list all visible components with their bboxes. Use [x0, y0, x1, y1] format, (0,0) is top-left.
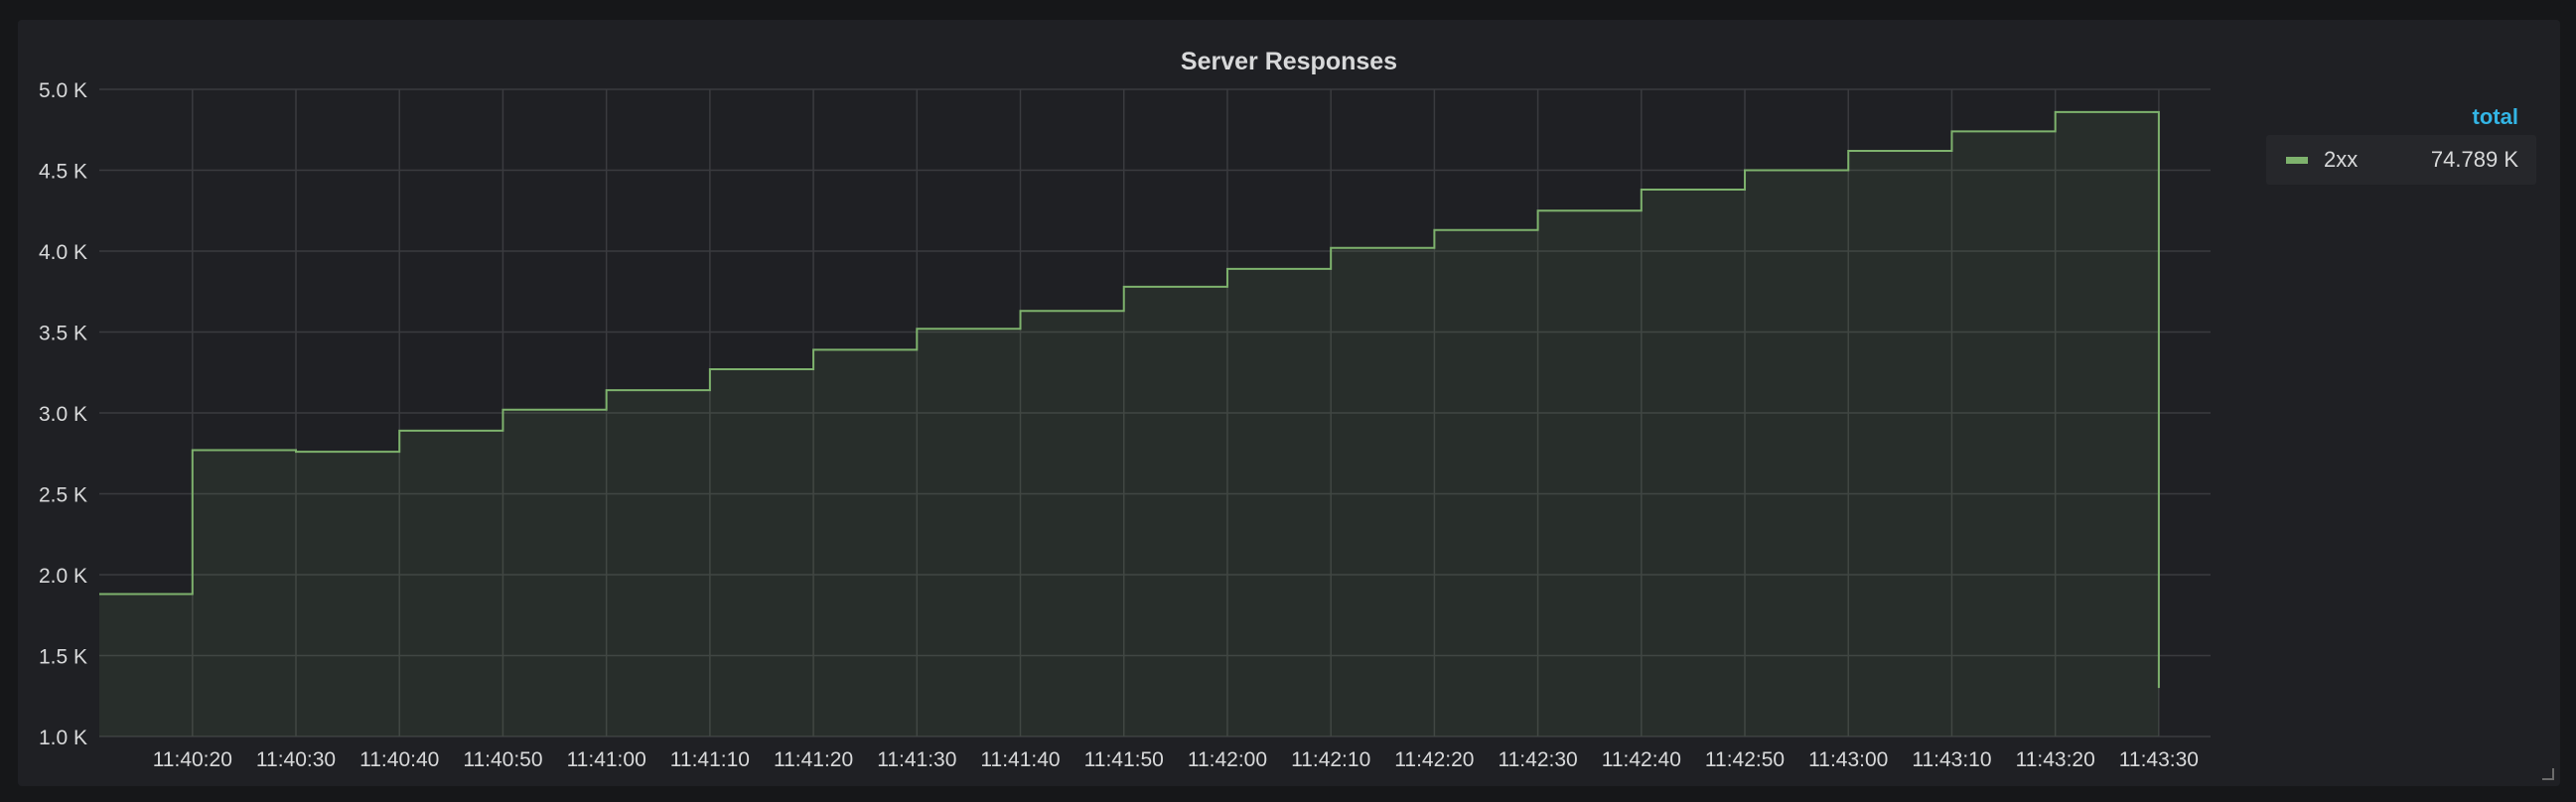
legend: total 2xx 74.789 K: [2266, 99, 2536, 185]
x-tick-label: 11:41:50: [1084, 748, 1164, 771]
x-tick-label: 11:42:40: [1602, 748, 1681, 771]
x-tick-label: 11:40:30: [256, 748, 336, 771]
x-axis: 11:40:20 11:40:30 11:40:40 11:40:50 11:41:00…: [153, 748, 2199, 771]
x-tick-label: 11:41:30: [877, 748, 956, 771]
data-point[interactable]: [707, 366, 712, 371]
y-tick-label: 5.0 K: [39, 79, 87, 102]
y-axis: 1.0 K 1.5 K 2.0 K 2.5 K 3.0 K 3.5 K 4.0 K 4.5 K…: [39, 79, 87, 749]
data-point[interactable]: [1329, 245, 1334, 250]
data-point[interactable]: [2053, 109, 2058, 114]
x-tick-label: 11:43:10: [1912, 748, 1991, 771]
data-point[interactable]: [915, 327, 920, 332]
data-point[interactable]: [501, 407, 505, 412]
graph-panel: Server Responses 1.0 K 1.5 K 2.0 K 2.5 K 3.0…: [18, 20, 2560, 786]
x-tick-label: 11:41:10: [670, 748, 750, 771]
x-tick-label: 11:42:20: [1394, 748, 1474, 771]
x-tick-label: 11:43:30: [2119, 748, 2199, 771]
data-point[interactable]: [811, 347, 816, 352]
data-point[interactable]: [1018, 309, 1023, 314]
x-tick-label: 11:42:30: [1499, 748, 1578, 771]
y-tick-label: 4.5 K: [39, 161, 87, 184]
y-tick-label: 2.5 K: [39, 484, 87, 507]
x-tick-label: 11:43:00: [1808, 748, 1888, 771]
y-tick-label: 3.5 K: [39, 323, 87, 345]
data-point[interactable]: [1949, 129, 1954, 134]
legend-series-name[interactable]: 2xx: [2324, 147, 2431, 173]
legend-column-total[interactable]: total: [2266, 99, 2536, 135]
legend-item-2xx[interactable]: 2xx 74.789 K: [2266, 135, 2536, 185]
data-point[interactable]: [1743, 168, 1748, 173]
chart-series: [97, 109, 2161, 736]
x-tick-label: 11:42:00: [1188, 748, 1267, 771]
data-point[interactable]: [1846, 148, 1851, 153]
x-tick-label: 11:41:00: [567, 748, 646, 771]
legend-series-total: 74.789 K: [2430, 147, 2518, 172]
data-point[interactable]: [604, 388, 609, 393]
data-point[interactable]: [97, 592, 102, 597]
x-tick-label: 11:41:40: [980, 748, 1060, 771]
y-tick-label: 1.0 K: [39, 727, 87, 749]
data-point[interactable]: [1639, 188, 1644, 193]
x-tick-label: 11:40:40: [359, 748, 439, 771]
data-point[interactable]: [190, 448, 195, 453]
x-tick-label: 11:40:20: [153, 748, 232, 771]
chart-plot[interactable]: 1.0 K 1.5 K 2.0 K 2.5 K 3.0 K 3.5 K 4.0 K 4.5 K…: [18, 20, 2242, 786]
data-point[interactable]: [397, 428, 402, 433]
y-tick-label: 4.0 K: [39, 241, 87, 264]
x-tick-label: 11:40:50: [463, 748, 542, 771]
data-point[interactable]: [2156, 686, 2161, 691]
data-point[interactable]: [1224, 266, 1229, 271]
panel-resize-handle[interactable]: [2542, 768, 2554, 780]
data-point[interactable]: [1121, 284, 1126, 289]
y-tick-label: 1.5 K: [39, 646, 87, 669]
legend-swatch[interactable]: [2286, 156, 2308, 164]
x-tick-label: 11:42:10: [1291, 748, 1370, 771]
y-tick-label: 3.0 K: [39, 403, 87, 426]
data-point[interactable]: [294, 450, 299, 455]
series-area-fill: [99, 111, 2159, 736]
data-point[interactable]: [1535, 208, 1540, 213]
y-tick-label: 2.0 K: [39, 565, 87, 588]
x-tick-label: 11:41:20: [774, 748, 853, 771]
data-point[interactable]: [1432, 227, 1437, 232]
x-tick-label: 11:42:50: [1705, 748, 1785, 771]
x-tick-label: 11:43:20: [2016, 748, 2095, 771]
